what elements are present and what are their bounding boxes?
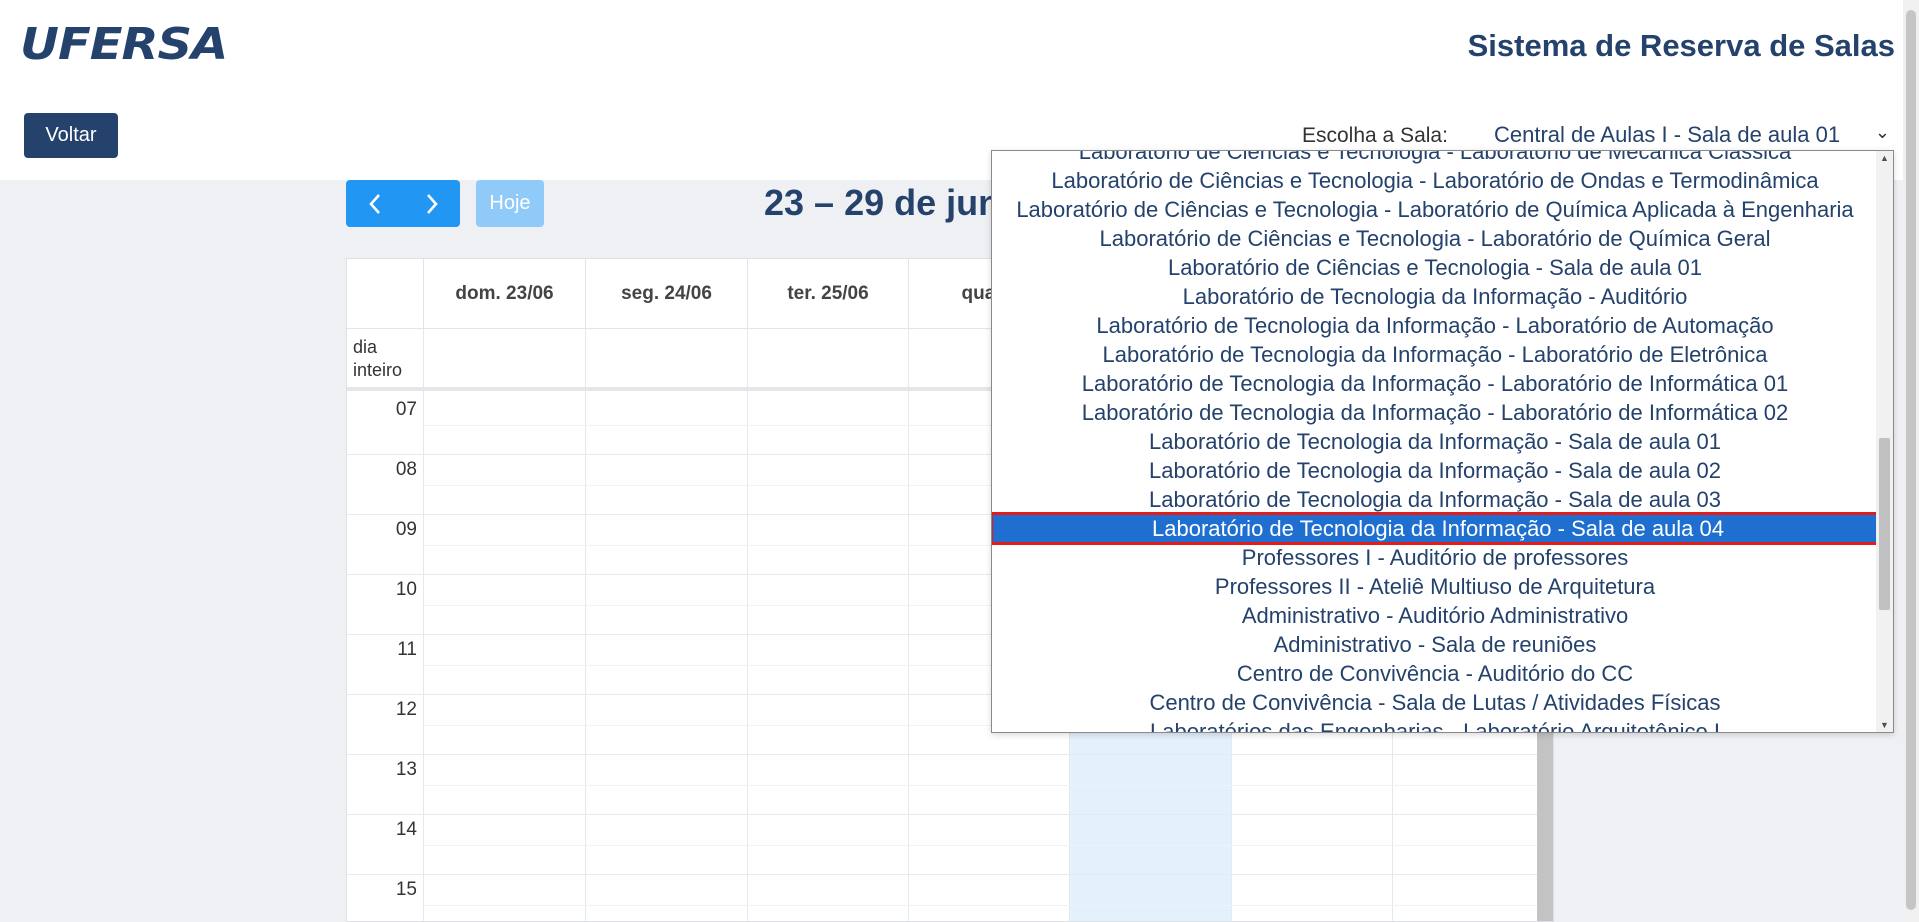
hour-label: 07 xyxy=(395,399,417,420)
room-option[interactable]: Laboratório de Tecnologia da Informação … xyxy=(992,398,1878,427)
hour-label: 09 xyxy=(395,519,417,540)
room-option[interactable]: Laboratório de Tecnologia da Informação … xyxy=(992,485,1878,514)
day-header[interactable]: ter. 25/06 xyxy=(748,259,909,329)
room-option[interactable]: Administrativo - Sala de reuniões xyxy=(992,630,1878,659)
chevron-right-icon xyxy=(426,193,438,214)
room-options: Laboratório de Ciências e Tecnologia - L… xyxy=(992,151,1886,732)
room-option[interactable]: Laboratórios das Engenharias - Laboratór… xyxy=(992,717,1878,732)
all-day-label: dia inteiro xyxy=(353,337,403,380)
hour-row[interactable]: 15 xyxy=(347,875,1553,921)
ufersa-logo: UFERSA xyxy=(20,19,228,70)
room-option[interactable]: Laboratório de Tecnologia da Informação … xyxy=(992,340,1878,369)
page-scroll-thumb[interactable] xyxy=(1906,10,1916,910)
room-option[interactable]: Centro de Convivência - Auditório do CC xyxy=(992,659,1878,688)
day-header[interactable]: dom. 23/06 xyxy=(424,259,586,329)
time-gutter-header xyxy=(347,259,424,329)
hour-label: 11 xyxy=(397,639,417,660)
next-week-button[interactable] xyxy=(403,180,460,227)
today-button[interactable]: Hoje xyxy=(476,180,544,227)
day-header[interactable]: seg. 24/06 xyxy=(586,259,748,329)
room-option[interactable]: Laboratório de Ciências e Tecnologia - L… xyxy=(992,195,1878,224)
date-range-title: 23 – 29 de jun. xyxy=(764,182,1011,223)
hour-label: 08 xyxy=(395,459,417,480)
chevron-left-icon xyxy=(368,193,380,214)
room-select-label: Escolha a Sala: xyxy=(1302,124,1448,147)
hour-row[interactable]: 13 xyxy=(347,755,1553,815)
dropdown-scrollbar[interactable]: ▲ ▼ xyxy=(1876,151,1893,732)
room-option[interactable]: Laboratório de Ciências e Tecnologia - L… xyxy=(992,151,1878,166)
room-option[interactable]: Laboratório de Tecnologia da Informação … xyxy=(992,369,1878,398)
room-dropdown-list[interactable]: Laboratório de Ciências e Tecnologia - L… xyxy=(991,150,1894,733)
scroll-up-icon[interactable]: ▲ xyxy=(1876,153,1893,163)
room-select[interactable]: Central de Aulas I - Sala de aula 01 ⌄ xyxy=(1482,120,1894,150)
dropdown-scroll-thumb[interactable] xyxy=(1879,438,1890,610)
hour-label: 13 xyxy=(395,759,417,780)
room-option[interactable]: Professores II - Ateliê Multiuso de Arqu… xyxy=(992,572,1878,601)
room-select-value: Central de Aulas I - Sala de aula 01 xyxy=(1494,122,1841,147)
hour-label: 15 xyxy=(395,879,417,900)
room-option[interactable]: Laboratório de Ciências e Tecnologia - L… xyxy=(992,224,1878,253)
chevron-down-icon: ⌄ xyxy=(1874,122,1890,142)
week-nav xyxy=(346,180,460,227)
back-button[interactable]: Voltar xyxy=(24,113,118,158)
hour-row[interactable]: 14 xyxy=(347,815,1553,875)
hour-label: 10 xyxy=(395,579,417,600)
room-option[interactable]: Laboratório de Tecnologia da Informação … xyxy=(992,456,1878,485)
room-option-highlighted[interactable]: Laboratório de Tecnologia da Informação … xyxy=(992,512,1886,545)
room-option[interactable]: Administrativo - Auditório Administrativ… xyxy=(992,601,1878,630)
room-option[interactable]: Laboratório de Tecnologia da Informação … xyxy=(992,311,1878,340)
room-option[interactable]: Laboratório de Ciências e Tecnologia - S… xyxy=(992,253,1878,282)
room-option[interactable]: Laboratório de Tecnologia da Informação … xyxy=(992,282,1878,311)
prev-week-button[interactable] xyxy=(346,180,403,227)
room-option[interactable]: Laboratório de Tecnologia da Informação … xyxy=(992,427,1878,456)
scroll-down-icon[interactable]: ▼ xyxy=(1876,720,1893,730)
room-option[interactable]: Professores I - Auditório de professores xyxy=(992,543,1878,572)
app-title: Sistema de Reserva de Salas xyxy=(1467,28,1895,63)
hour-label: 12 xyxy=(395,699,417,720)
room-option[interactable]: Laboratório de Ciências e Tecnologia - L… xyxy=(992,166,1878,195)
hour-label: 14 xyxy=(395,819,417,840)
page-scrollbar[interactable] xyxy=(1903,0,1919,922)
room-option[interactable]: Centro de Convivência - Sala de Lutas / … xyxy=(992,688,1878,717)
